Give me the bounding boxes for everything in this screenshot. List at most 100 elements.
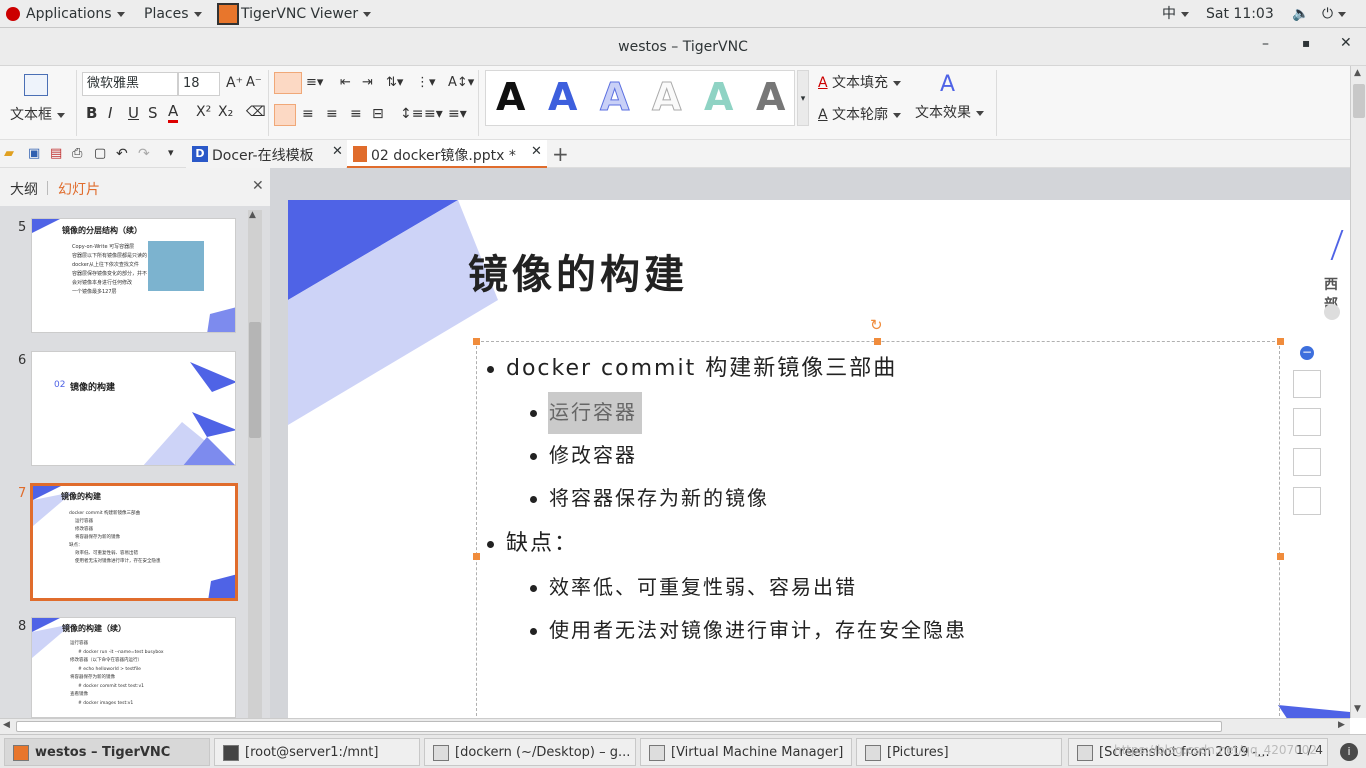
text-effect-button[interactable]: 文本效果 <box>915 102 984 122</box>
minimize-button[interactable]: – <box>1262 36 1269 52</box>
text-fill-button[interactable]: A 文本填充 <box>818 72 902 92</box>
style-teal[interactable]: A <box>704 75 733 119</box>
style-outline-gray[interactable]: A <box>651 75 681 120</box>
text-direction-icon[interactable]: ⇅▾ <box>386 75 403 90</box>
export-pdf-icon[interactable]: ▤ <box>50 146 62 161</box>
distribute-icon[interactable]: ⊟ <box>372 106 384 122</box>
underline-icon[interactable]: U <box>128 104 139 122</box>
resize-handle[interactable] <box>1277 553 1284 560</box>
horizontal-scrollbar[interactable]: ◀ ▶ <box>0 718 1350 734</box>
layers-icon[interactable] <box>1293 487 1321 515</box>
justify-icon[interactable]: ≡ <box>350 106 362 122</box>
scroll-up-icon[interactable]: ▲ <box>249 210 256 220</box>
gallery-more-button[interactable]: ▾ <box>797 70 809 126</box>
app-menu[interactable]: TigerVNC Viewer <box>217 0 372 28</box>
textbox-button[interactable]: 文本框 <box>10 104 65 124</box>
resize-handle[interactable] <box>473 553 480 560</box>
bullet-level1[interactable]: docker commit 构建新镜像三部曲 <box>487 350 897 382</box>
tab-pptx[interactable]: 02 docker镜像.pptx * ✕ <box>347 140 547 168</box>
grow-font-icon[interactable]: A⁺ <box>226 75 243 91</box>
outline-pen-icon[interactable] <box>1293 448 1321 476</box>
font-size-select[interactable]: 18 <box>178 72 220 96</box>
font-name-select[interactable]: 微软雅黑 <box>82 72 178 96</box>
clock[interactable]: Sat 11:03 <box>1206 0 1274 28</box>
fill-bucket-icon[interactable] <box>1293 408 1321 436</box>
text-outline-button[interactable]: A 文本轮廓 <box>818 104 902 124</box>
bullet-list-icon[interactable] <box>274 72 302 94</box>
applications-menu[interactable]: Applications <box>6 0 125 28</box>
task-gedit[interactable]: [dockern (~/Desktop) – g... <box>424 738 636 766</box>
save-icon[interactable]: ▣ <box>28 146 40 161</box>
shrink-font-icon[interactable]: A⁻ <box>246 75 262 90</box>
close-panel-icon[interactable]: ✕ <box>252 178 264 194</box>
slide-thumb-7[interactable]: 镜像的构建 docker commit 构建新镜像三部曲 运行容器 修改容器 将… <box>30 483 238 601</box>
sort-icon[interactable]: A↕▾ <box>448 75 474 90</box>
places-menu[interactable]: Places <box>144 0 202 28</box>
bold-icon[interactable]: B <box>86 104 97 122</box>
bullet-level1[interactable]: 缺点： <box>487 525 578 557</box>
slides-scrollbar[interactable]: ▲ <box>248 210 262 718</box>
scrollbar-thumb[interactable] <box>249 322 261 438</box>
print-icon[interactable]: ⎙ <box>72 146 82 161</box>
collapse-icon[interactable]: − <box>1300 346 1314 360</box>
style-black[interactable]: A <box>496 75 525 119</box>
close-icon[interactable]: ✕ <box>332 144 343 159</box>
increase-indent-icon[interactable]: ⇥ <box>362 75 373 90</box>
scrollbar-thumb[interactable] <box>1353 84 1365 118</box>
font-color-icon[interactable]: A <box>168 102 179 123</box>
new-tab-button[interactable]: + <box>552 142 569 166</box>
superscript-icon[interactable]: X² <box>196 104 211 120</box>
resize-handle[interactable] <box>1277 338 1284 345</box>
tab-docer[interactable]: D Docer-在线模板 ✕ <box>186 140 346 168</box>
task-virt-manager[interactable]: [Virtual Machine Manager] <box>640 738 852 766</box>
slides-tab[interactable]: 幻灯片 <box>58 179 100 199</box>
notification-icon[interactable]: i <box>1340 743 1358 761</box>
edit-shape-icon[interactable] <box>1293 370 1321 398</box>
bullet-level2[interactable]: 将容器保存为新的镜像 <box>530 482 769 511</box>
bullet-level2[interactable]: 效率低、可重复性弱、容易出错 <box>530 571 857 600</box>
input-method-indicator[interactable]: 中 <box>1162 0 1189 28</box>
align-center-icon[interactable]: ≡ <box>302 106 314 122</box>
align-right-icon[interactable]: ≡ <box>326 106 338 122</box>
slide-thumb-5[interactable]: 镜像的分层结构（续） Copy-on-Write 可写容器层 容器层以下所有镜像… <box>31 218 236 333</box>
close-icon[interactable]: ✕ <box>531 144 542 159</box>
slide-thumb-6[interactable]: 02 镜像的构建 <box>31 351 236 466</box>
slide-title[interactable]: 镜像的构建 <box>468 242 688 300</box>
scroll-right-icon[interactable]: ▶ <box>1338 720 1345 730</box>
align-left-icon[interactable] <box>274 104 296 126</box>
scroll-down-icon[interactable]: ▼ <box>1354 704 1361 714</box>
bullet-level2[interactable]: 运行容器 <box>530 396 637 425</box>
redo-icon[interactable]: ↷ <box>138 146 150 162</box>
paragraph-spacing-icon[interactable]: ≡▾ <box>424 106 443 122</box>
vertical-scrollbar[interactable]: ▲ ▼ <box>1350 66 1366 718</box>
volume-icon[interactable]: 🔈 <box>1292 0 1309 28</box>
resize-handle[interactable] <box>473 338 480 345</box>
open-folder-icon[interactable]: ▰ <box>4 146 14 161</box>
style-outline-blue[interactable]: A <box>599 75 629 120</box>
bullet-level2[interactable]: 修改容器 <box>530 439 637 468</box>
print-preview-icon[interactable]: ▢ <box>94 146 106 161</box>
style-blue[interactable]: A <box>548 75 577 119</box>
textbox-icon[interactable] <box>24 74 48 96</box>
task-terminal[interactable]: [root@server1:/mnt] <box>214 738 420 766</box>
paragraph-settings-icon[interactable]: ≡▾ <box>448 106 467 122</box>
quick-access-menu-icon[interactable]: ▾ <box>168 146 174 159</box>
undo-icon[interactable]: ↶ <box>116 146 128 162</box>
decrease-indent-icon[interactable]: ⇤ <box>340 75 351 90</box>
resize-handle[interactable] <box>874 338 881 345</box>
italic-icon[interactable]: I <box>108 104 112 122</box>
columns-icon[interactable]: ⋮▾ <box>416 75 436 90</box>
scrollbar-thumb[interactable] <box>16 721 1222 732</box>
outline-tab[interactable]: 大纲 <box>10 179 38 199</box>
line-spacing-icon[interactable]: ↕≡ <box>400 106 423 122</box>
slide-thumb-8[interactable]: 镜像的构建（续） 运行容器 # docker run -it --name=te… <box>31 617 236 718</box>
workspace-indicator[interactable]: 1 / 4 <box>1296 743 1323 757</box>
close-button[interactable]: ✕ <box>1340 35 1352 51</box>
task-pictures[interactable]: [Pictures] <box>856 738 1062 766</box>
scroll-left-icon[interactable]: ◀ <box>3 720 10 730</box>
power-icon[interactable]: ⏻ <box>1322 0 1347 28</box>
clear-format-icon[interactable]: ⌫ <box>246 104 266 120</box>
style-gray[interactable]: A <box>756 75 785 119</box>
subscript-icon[interactable]: X₂ <box>218 104 233 120</box>
scroll-up-icon[interactable]: ▲ <box>1354 68 1361 78</box>
